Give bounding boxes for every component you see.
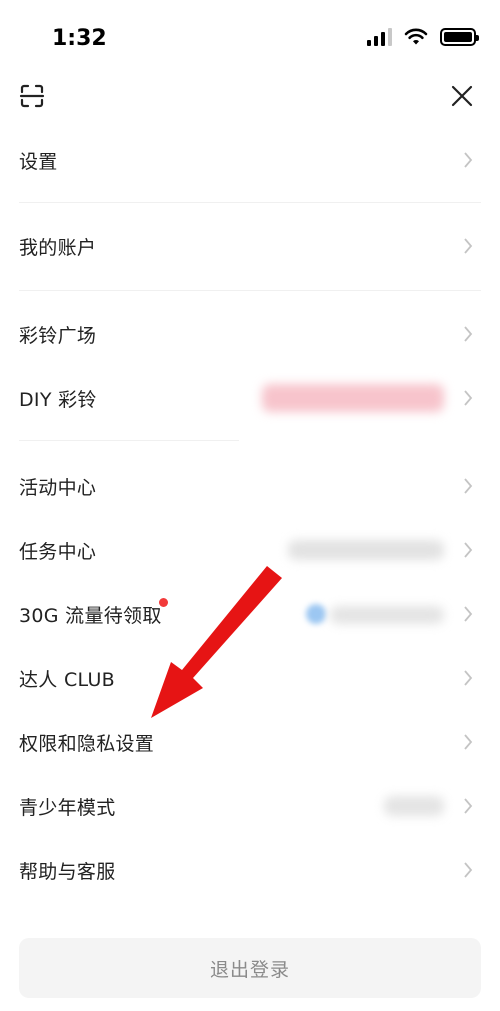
blurred-info — [288, 540, 444, 560]
chevron-right-icon — [464, 238, 473, 254]
menu-item-my-account[interactable]: 我的账户 — [0, 214, 500, 278]
battery-icon — [440, 28, 479, 46]
menu-item-label: 任务中心 — [19, 540, 97, 563]
menu-item-30g-data[interactable]: 30G 流量待领取 — [0, 582, 500, 646]
menu-item-talent-club[interactable]: 达人 CLUB — [0, 646, 500, 710]
chevron-right-icon — [464, 670, 473, 686]
blurred-avatar — [306, 604, 326, 624]
menu-item-label: 帮助与客服 — [19, 860, 116, 883]
menu-item-label: 彩铃广场 — [19, 324, 97, 347]
menu-item-label: 设置 — [19, 150, 58, 173]
scan-icon[interactable] — [18, 82, 46, 110]
status-time: 1:32 — [52, 26, 107, 51]
chevron-right-icon — [464, 390, 473, 406]
menu-item-ringtone-square[interactable]: 彩铃广场 — [0, 302, 500, 366]
wifi-icon — [404, 28, 428, 45]
menu-item-settings[interactable]: 设置 — [0, 128, 500, 192]
menu-item-help-support[interactable]: 帮助与客服 — [0, 838, 500, 902]
status-icons — [367, 28, 479, 46]
chevron-right-icon — [464, 606, 473, 622]
chevron-right-icon — [464, 862, 473, 878]
menu-item-label: 我的账户 — [19, 236, 97, 259]
menu-item-permission-privacy[interactable]: 权限和隐私设置 — [0, 710, 500, 774]
divider — [19, 202, 481, 203]
menu-item-teen-mode[interactable]: 青少年模式 — [0, 774, 500, 838]
divider — [19, 290, 481, 291]
divider — [19, 440, 239, 441]
chevron-right-icon — [464, 542, 473, 558]
chevron-right-icon — [464, 478, 473, 494]
chevron-right-icon — [464, 326, 473, 342]
blurred-promo — [262, 384, 444, 412]
chevron-right-icon — [464, 798, 473, 814]
cellular-signal-icon — [367, 28, 392, 46]
close-icon[interactable] — [450, 84, 474, 108]
menu-item-activity-center[interactable]: 活动中心 — [0, 454, 500, 518]
menu-item-label: 权限和隐私设置 — [19, 732, 155, 755]
menu-item-label: DIY 彩铃 — [19, 388, 97, 411]
blurred-status — [384, 796, 444, 816]
screen: 1:32 设置 我的账户 彩铃广场 DIY 彩铃 活动中心 任务中心 30G 流… — [0, 0, 500, 1011]
menu-item-label: 30G 流量待领取 — [19, 604, 162, 627]
status-bar: 1:32 — [0, 0, 500, 80]
menu-item-label: 青少年模式 — [19, 796, 116, 819]
chevron-right-icon — [464, 152, 473, 168]
menu-item-diy-ringtone[interactable]: DIY 彩铃 — [0, 366, 500, 430]
blurred-info — [330, 606, 444, 624]
menu-item-label: 活动中心 — [19, 476, 97, 499]
notification-dot — [159, 598, 168, 607]
chevron-right-icon — [464, 734, 473, 750]
menu-item-label: 达人 CLUB — [19, 668, 115, 691]
menu-item-task-center[interactable]: 任务中心 — [0, 518, 500, 582]
logout-button[interactable]: 退出登录 — [19, 938, 481, 998]
